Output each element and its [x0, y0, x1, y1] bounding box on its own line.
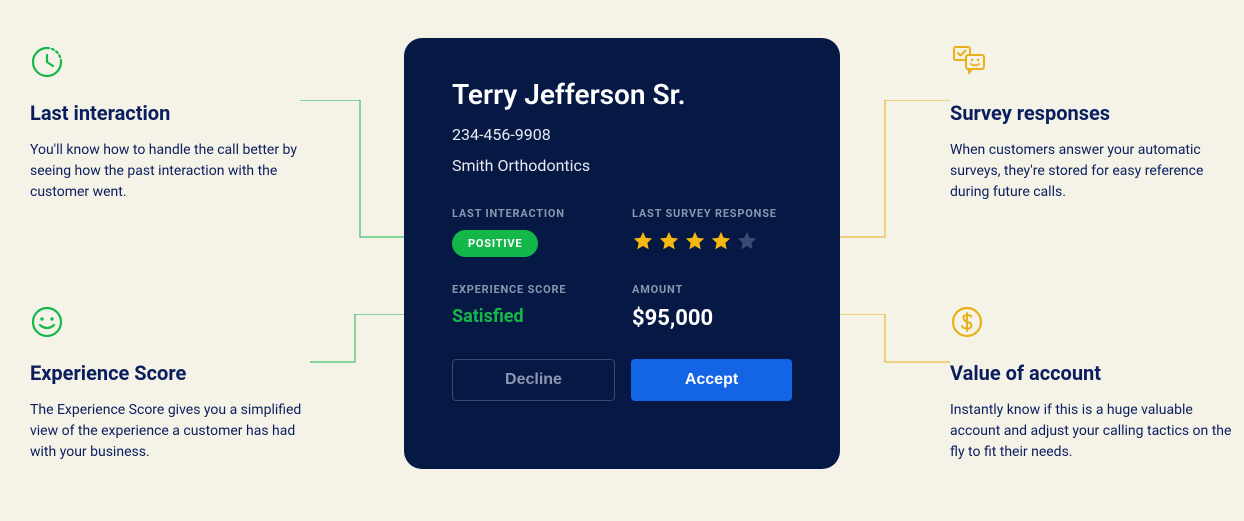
feature-title: Experience Score	[30, 361, 320, 385]
clock-icon	[30, 45, 320, 83]
customer-company: Smith Orthodontics	[452, 156, 792, 175]
label-last-interaction: LAST INTERACTION	[452, 207, 612, 220]
card-grid: LAST INTERACTION POSITIVE LAST SURVEY RE…	[452, 207, 792, 331]
feature-title: Survey responses	[950, 101, 1240, 125]
feature-value-account: Value of account Instantly know if this …	[950, 305, 1240, 463]
decline-button[interactable]: Decline	[452, 359, 615, 401]
feature-last-interaction: Last interaction You'll know how to hand…	[30, 45, 320, 203]
accept-button[interactable]: Accept	[631, 359, 792, 401]
feature-title: Last interaction	[30, 101, 320, 125]
card-actions: Decline Accept	[452, 359, 792, 401]
feature-survey-responses: Survey responses When customers answer y…	[950, 45, 1240, 203]
feature-body: When customers answer your automatic sur…	[950, 140, 1240, 203]
feature-body: You'll know how to handle the call bette…	[30, 140, 320, 203]
chat-survey-icon	[950, 45, 1240, 83]
feature-body: Instantly know if this is a huge valuabl…	[950, 400, 1240, 463]
customer-name: Terry Jefferson Sr.	[452, 78, 792, 111]
feature-body: The Experience Score gives you a simplif…	[30, 400, 320, 463]
feature-title: Value of account	[950, 361, 1240, 385]
label-amount: AMOUNT	[632, 283, 792, 296]
cell-experience-score: EXPERIENCE SCORE Satisfied	[452, 283, 612, 331]
star-icon	[658, 230, 680, 252]
cell-amount: AMOUNT $95,000	[632, 283, 792, 331]
star-icon	[684, 230, 706, 252]
experience-score-value: Satisfied	[452, 306, 612, 327]
customer-phone: 234-456-9908	[452, 125, 792, 144]
star-rating	[632, 230, 792, 252]
interaction-badge: POSITIVE	[452, 230, 538, 257]
star-icon	[710, 230, 732, 252]
star-icon	[632, 230, 654, 252]
cell-last-interaction: LAST INTERACTION POSITIVE	[452, 207, 612, 257]
star-icon	[736, 230, 758, 252]
amount-value: $95,000	[632, 306, 792, 331]
cell-last-survey: LAST SURVEY RESPONSE	[632, 207, 792, 257]
smile-icon	[30, 305, 320, 343]
label-last-survey: LAST SURVEY RESPONSE	[632, 207, 792, 220]
dollar-icon	[950, 305, 1240, 343]
label-experience-score: EXPERIENCE SCORE	[452, 283, 612, 296]
feature-experience-score: Experience Score The Experience Score gi…	[30, 305, 320, 463]
customer-card: Terry Jefferson Sr. 234-456-9908 Smith O…	[404, 38, 840, 469]
